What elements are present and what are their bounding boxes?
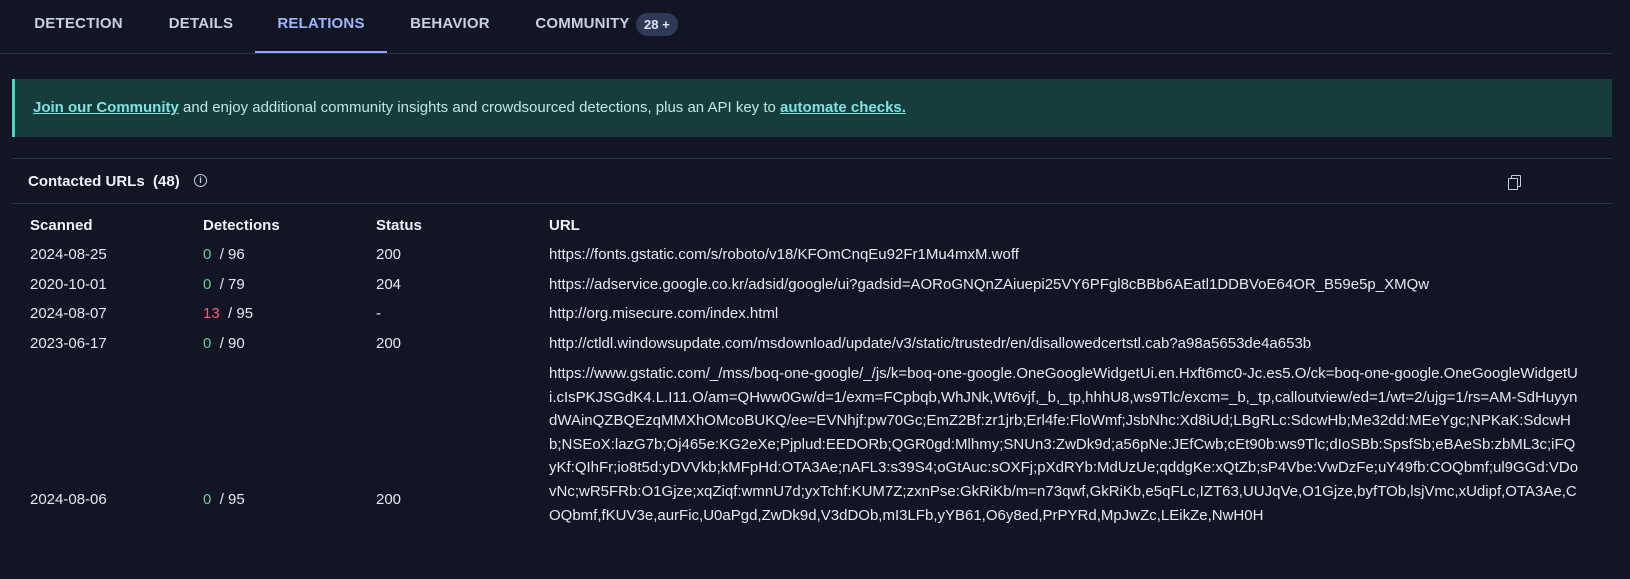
header-detections[interactable]: Detections: [203, 217, 280, 234]
status-code: -: [376, 305, 381, 322]
join-community-link[interactable]: Join our Community: [33, 99, 179, 116]
scanned-date: 2024-08-25: [30, 246, 107, 263]
tab-bar: DETECTION DETAILS RELATIONS BEHAVIOR COM…: [0, 0, 1612, 54]
header-status[interactable]: Status: [376, 217, 422, 234]
detections: 0 / 96: [203, 246, 245, 263]
copy-icon[interactable]: [1508, 175, 1521, 190]
automate-checks-link[interactable]: automate checks.: [780, 99, 906, 116]
tab-details[interactable]: DETAILS: [158, 0, 244, 53]
detections: 0 / 90: [203, 335, 245, 352]
scanned-date: 2024-08-07: [30, 305, 107, 322]
url-link[interactable]: http://org.misecure.com/index.html: [549, 305, 778, 322]
status-code: 200: [376, 335, 402, 352]
section-title: Contacted URLs (48): [28, 173, 180, 190]
community-banner: Join our Community and enjoy additional …: [12, 79, 1612, 137]
header-scanned[interactable]: Scanned: [30, 217, 93, 234]
tab-behavior[interactable]: BEHAVIOR: [400, 0, 500, 53]
url-link[interactable]: https://www.gstatic.com/_/mss/boq-one-go…: [549, 362, 1579, 527]
community-count-badge: 28 +: [636, 13, 678, 36]
header-url[interactable]: URL: [549, 217, 580, 234]
scanned-date: 2024-08-06: [30, 491, 107, 508]
status-code: 204: [376, 276, 402, 293]
url-link[interactable]: https://fonts.gstatic.com/s/roboto/v18/K…: [549, 246, 1019, 263]
detections: 0 / 79: [203, 276, 245, 293]
tab-detection[interactable]: DETECTION: [26, 0, 131, 53]
section-header: Contacted URLs (48) i: [12, 159, 1612, 204]
banner-text: and enjoy additional community insights …: [178, 99, 781, 116]
tab-relations[interactable]: RELATIONS: [255, 0, 387, 53]
scanned-date: 2020-10-01: [30, 276, 107, 293]
status-code: 200: [376, 491, 402, 508]
url-link[interactable]: https://adservice.google.co.kr/adsid/goo…: [549, 276, 1429, 293]
detections: 0 / 95: [203, 491, 245, 508]
url-link[interactable]: http://ctldl.windowsupdate.com/msdownloa…: [549, 335, 1311, 352]
detections: 13 / 95: [203, 305, 254, 322]
info-icon[interactable]: i: [194, 174, 207, 187]
status-code: 200: [376, 246, 402, 263]
scanned-date: 2023-06-17: [30, 335, 107, 352]
tab-community[interactable]: COMMUNITY: [524, 0, 641, 53]
section-count: (48): [153, 173, 180, 190]
